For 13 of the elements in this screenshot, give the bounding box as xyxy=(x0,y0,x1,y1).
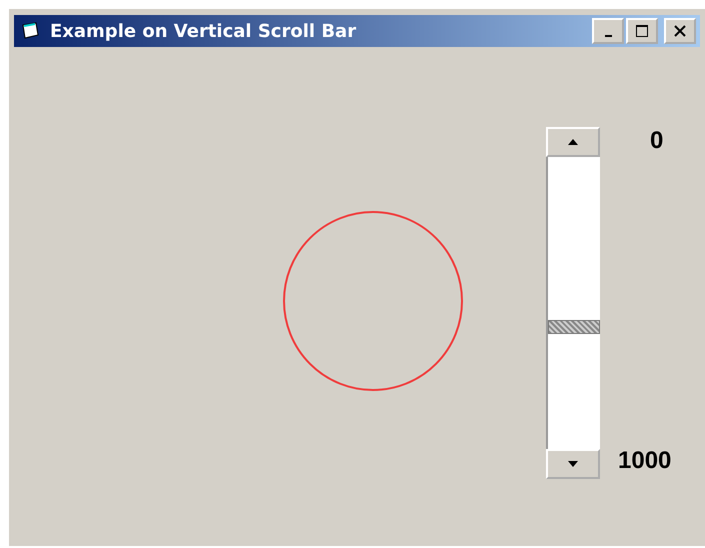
close-button[interactable] xyxy=(664,18,696,44)
scroll-down-button[interactable] xyxy=(546,449,600,479)
down-arrow-icon xyxy=(567,460,579,468)
minimize-icon xyxy=(604,35,612,37)
window-title: Example on Vertical Scroll Bar xyxy=(50,20,358,42)
maximize-button[interactable] xyxy=(626,18,658,44)
scroll-thumb[interactable] xyxy=(548,320,600,334)
scroll-up-button[interactable] xyxy=(546,127,600,157)
min-value-label: 0 xyxy=(650,127,664,155)
up-arrow-icon xyxy=(567,138,579,146)
max-value-label: 1000 xyxy=(618,447,672,475)
close-icon xyxy=(673,24,687,38)
maximize-icon xyxy=(635,24,649,38)
